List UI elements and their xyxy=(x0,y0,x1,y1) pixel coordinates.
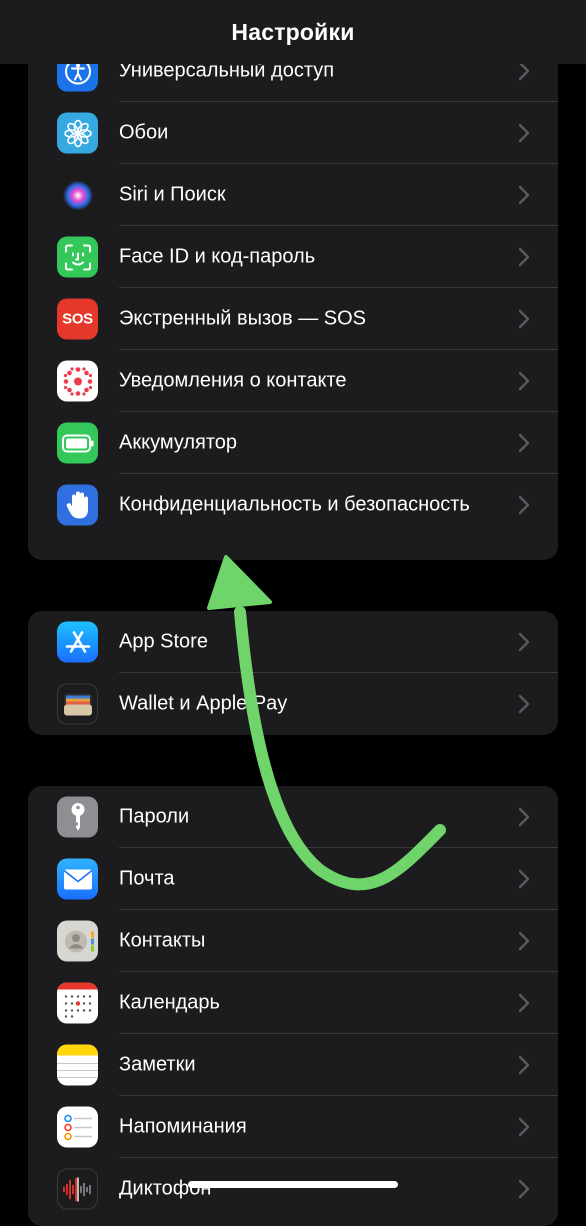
sos-icon: SOS xyxy=(57,298,98,340)
chevron-right-icon xyxy=(518,1117,530,1137)
navigation-bar: Настройки xyxy=(0,0,586,64)
contacts-icon xyxy=(57,920,98,962)
settings-row-notes[interactable]: Заметки xyxy=(28,1034,558,1096)
settings-group-store: App Store Wallet и Apple Pay xyxy=(28,611,558,735)
settings-row-label: Face ID и код-пароль xyxy=(119,245,316,268)
settings-row-exposure-notifications[interactable]: Уведомления о контакте xyxy=(28,350,558,412)
settings-row-voice-memos[interactable]: Диктофон xyxy=(28,1158,558,1220)
chevron-right-icon xyxy=(518,123,530,143)
siri-icon xyxy=(57,174,98,216)
settings-group-general: Универсальный доступ Обои Siri и Поиск F… xyxy=(28,40,558,560)
settings-row-passwords[interactable]: Пароли xyxy=(28,786,558,848)
chevron-right-icon xyxy=(518,1179,530,1199)
chevron-right-icon xyxy=(518,61,530,81)
settings-row-label: Аккумулятор xyxy=(119,431,238,454)
key-icon xyxy=(57,796,98,838)
wallet-icon xyxy=(57,683,98,725)
settings-row-emergency-sos[interactable]: SOS Экстренный вызов — SOS xyxy=(28,288,558,350)
chevron-right-icon xyxy=(518,309,530,329)
voice-memos-icon xyxy=(57,1168,98,1210)
settings-row-label: Календарь xyxy=(119,991,220,1014)
settings-row-mail[interactable]: Почта xyxy=(28,848,558,910)
chevron-right-icon xyxy=(518,993,530,1013)
notes-icon xyxy=(57,1044,98,1086)
chevron-right-icon xyxy=(518,869,530,889)
settings-row-label: Уведомления о контакте xyxy=(119,369,347,392)
wallpaper-flower-icon xyxy=(57,112,98,154)
settings-row-calendar[interactable]: Календарь xyxy=(28,972,558,1034)
reminders-icon xyxy=(57,1106,98,1148)
settings-row-app-store[interactable]: App Store xyxy=(28,611,558,673)
settings-row-label: Почта xyxy=(119,867,175,890)
sos-icon-text: SOS xyxy=(62,310,93,328)
chevron-right-icon xyxy=(518,185,530,205)
privacy-hand-icon xyxy=(57,484,98,526)
settings-row-reminders[interactable]: Напоминания xyxy=(28,1096,558,1158)
battery-icon xyxy=(57,422,98,464)
settings-row-label: Конфиденциальность и безопасность xyxy=(119,493,470,516)
settings-row-face-id[interactable]: Face ID и код-пароль xyxy=(28,226,558,288)
face-id-icon xyxy=(57,236,98,278)
mail-icon xyxy=(57,858,98,900)
exposure-notification-icon xyxy=(57,360,98,402)
settings-row-battery[interactable]: Аккумулятор xyxy=(28,412,558,474)
chevron-right-icon xyxy=(518,495,530,515)
chevron-right-icon xyxy=(518,632,530,652)
app-store-icon xyxy=(57,621,98,663)
settings-row-wallet[interactable]: Wallet и Apple Pay xyxy=(28,673,558,735)
settings-row-label: Пароли xyxy=(119,805,190,828)
settings-row-privacy[interactable]: Конфиденциальность и безопасность xyxy=(28,474,558,536)
calendar-icon xyxy=(57,982,98,1024)
settings-row-label: Wallet и Apple Pay xyxy=(119,692,288,715)
settings-group-apps: Пароли Почта Контакты Календарь Заметки xyxy=(28,786,558,1226)
chevron-right-icon xyxy=(518,433,530,453)
settings-row-label: Siri и Поиск xyxy=(119,183,226,206)
chevron-right-icon xyxy=(518,371,530,391)
page-title: Настройки xyxy=(231,18,355,45)
chevron-right-icon xyxy=(518,931,530,951)
chevron-right-icon xyxy=(518,807,530,827)
settings-row-contacts[interactable]: Контакты xyxy=(28,910,558,972)
chevron-right-icon xyxy=(518,247,530,267)
settings-row-label: Обои xyxy=(119,121,169,144)
settings-row-label: Напоминания xyxy=(119,1115,247,1138)
chevron-right-icon xyxy=(518,1055,530,1075)
chevron-right-icon xyxy=(518,694,530,714)
settings-row-label: Экстренный вызов — SOS xyxy=(119,307,366,330)
settings-row-label: App Store xyxy=(119,630,208,653)
home-indicator[interactable] xyxy=(188,1181,398,1188)
settings-row-label: Контакты xyxy=(119,929,206,952)
settings-row-label: Заметки xyxy=(119,1053,196,1076)
settings-row-wallpaper[interactable]: Обои xyxy=(28,102,558,164)
settings-row-siri[interactable]: Siri и Поиск xyxy=(28,164,558,226)
